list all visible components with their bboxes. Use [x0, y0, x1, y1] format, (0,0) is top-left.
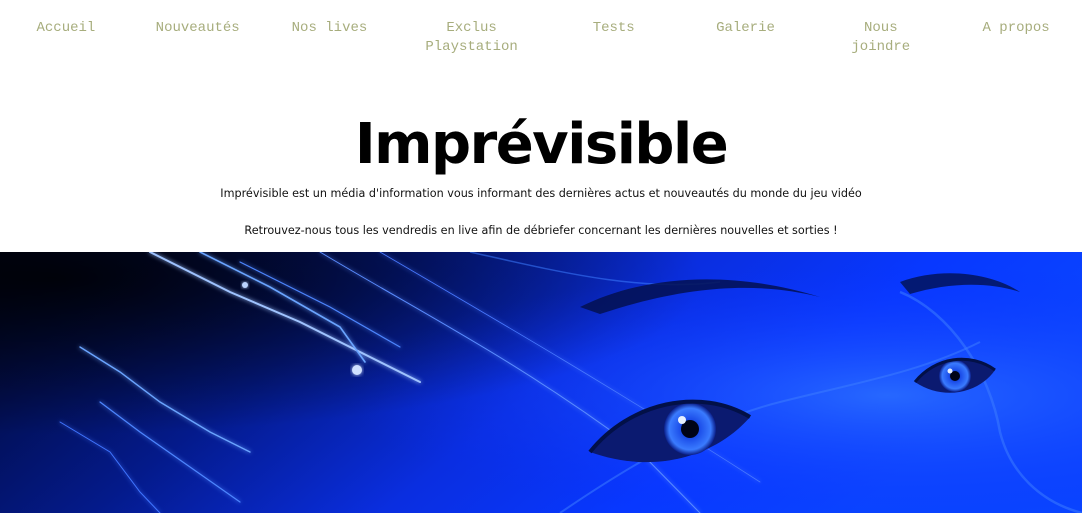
nav-item-accueil[interactable]: Accueil [0, 19, 132, 38]
nav-item-nouveautes[interactable]: Nouveautés [132, 19, 264, 38]
nav-item-tests[interactable]: Tests [548, 19, 680, 38]
nav-item-nous-joindre[interactable]: Nous joindre [811, 19, 950, 57]
banner-artwork [0, 252, 1082, 513]
nav-item-galerie[interactable]: Galerie [680, 19, 812, 38]
site-description: Imprévisible est un média d'information … [220, 187, 862, 200]
live-schedule-text: Retrouvez-nous tous les vendredis en liv… [244, 224, 838, 237]
nav-item-nos-lives[interactable]: Nos lives [264, 19, 396, 38]
site-title: Imprévisible [354, 112, 729, 177]
main-navigation: Accueil Nouveautés Nos lives Exclus Play… [0, 0, 1082, 70]
hero-banner-image [0, 252, 1082, 513]
hero-section: Imprévisible Imprévisible est un média d… [0, 108, 1082, 237]
nav-item-exclus-playstation[interactable]: Exclus Playstation [395, 19, 547, 57]
nav-item-a-propos[interactable]: A propos [950, 19, 1082, 38]
